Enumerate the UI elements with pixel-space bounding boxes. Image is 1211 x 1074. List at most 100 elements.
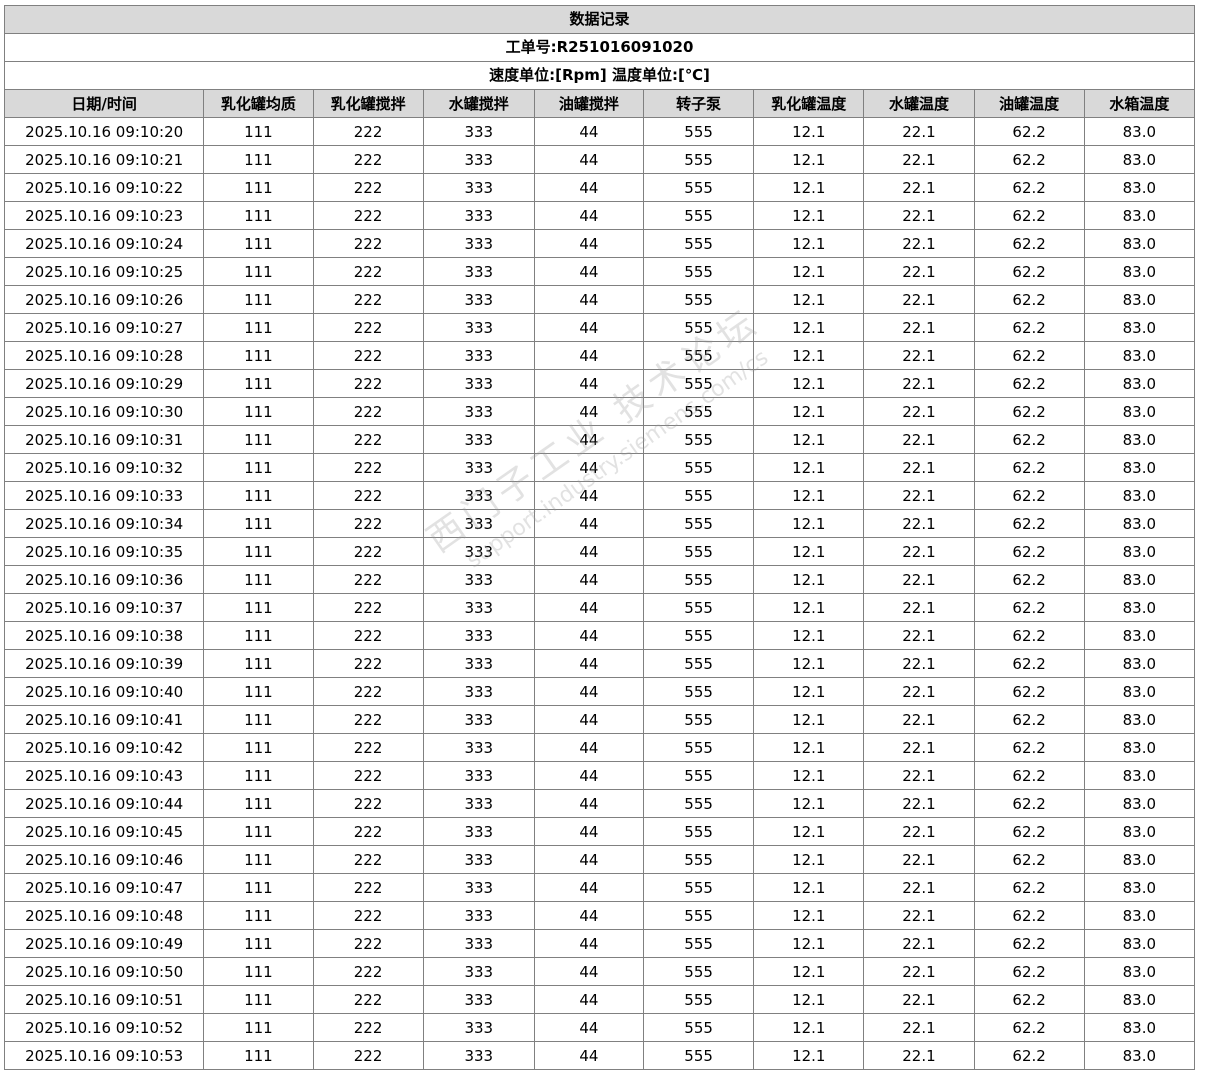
table-cell: 62.2 xyxy=(973,369,1085,398)
table-cell: 555 xyxy=(643,593,755,622)
table-row: 2025.10.16 09:10:33 111 222 333 44 555 12.1 22.… xyxy=(3,481,1196,510)
table-cell: 222 xyxy=(312,313,424,342)
table-cell: 12.1 xyxy=(753,985,865,1014)
table-cell: 2025.10.16 09:10:34 xyxy=(3,509,205,538)
table-cell: 222 xyxy=(312,201,424,230)
table-cell: 555 xyxy=(643,733,755,762)
table-cell: 333 xyxy=(422,733,535,762)
table-cell: 44 xyxy=(533,425,645,454)
table-cell: 22.1 xyxy=(863,257,975,286)
table-cell: 2025.10.16 09:10:36 xyxy=(3,565,205,594)
table-row: 2025.10.16 09:10:26 111 222 333 44 555 12.1 22.… xyxy=(3,285,1196,314)
table-row: 2025.10.16 09:10:40 111 222 333 44 555 12.1 22.… xyxy=(3,677,1196,706)
table-cell: 44 xyxy=(533,705,645,734)
table-cell: 2025.10.16 09:10:43 xyxy=(3,761,205,790)
table-cell: 222 xyxy=(312,173,424,202)
table-cell: 222 xyxy=(312,929,424,958)
table-cell: 222 xyxy=(312,369,424,398)
table-cell: 111 xyxy=(203,929,314,958)
table-row: 2025.10.16 09:10:51 111 222 333 44 555 12.1 22.… xyxy=(3,985,1196,1014)
table-cell: 555 xyxy=(643,425,755,454)
table-cell: 22.1 xyxy=(863,733,975,762)
table-cell: 12.1 xyxy=(753,453,865,482)
table-header-row: 日期/时间 乳化罐均质 乳化罐搅拌 水罐搅拌 油罐搅拌 转子泵 乳化罐温度 水罐温度 油罐温度水… xyxy=(3,89,1196,118)
table-cell: 12.1 xyxy=(753,1041,865,1070)
table-cell: 83.0 xyxy=(1083,677,1196,706)
table-cell: 44 xyxy=(533,565,645,594)
table-cell: 12.1 xyxy=(753,705,865,734)
table-cell: 83.0 xyxy=(1083,621,1196,650)
table-cell: 62.2 xyxy=(973,117,1085,146)
table-cell: 62.2 xyxy=(973,145,1085,174)
table-cell: 555 xyxy=(643,537,755,566)
table-cell: 333 xyxy=(422,985,535,1014)
table-cell: 555 xyxy=(643,565,755,594)
table-cell: 111 xyxy=(203,1041,314,1070)
table-row: 2025.10.16 09:10:35 111 222 333 44 555 12.1 22.… xyxy=(3,537,1196,566)
table-cell: 22.1 xyxy=(863,789,975,818)
column-header: 水罐温度 xyxy=(863,89,975,118)
table-cell: 22.1 xyxy=(863,313,975,342)
table-cell: 83.0 xyxy=(1083,985,1196,1014)
table-cell: 83.0 xyxy=(1083,369,1196,398)
table-cell: 555 xyxy=(643,313,755,342)
table-cell: 12.1 xyxy=(753,873,865,902)
table-cell: 62.2 xyxy=(973,677,1085,706)
table-cell: 333 xyxy=(422,845,535,874)
table-cell: 83.0 xyxy=(1083,285,1196,314)
table-cell: 2025.10.16 09:10:32 xyxy=(3,453,205,482)
table-cell: 333 xyxy=(422,285,535,314)
table-row: 2025.10.16 09:10:39 111 222 333 44 555 12.1 22.… xyxy=(3,649,1196,678)
table-cell: 111 xyxy=(203,593,314,622)
table-cell: 44 xyxy=(533,481,645,510)
table-cell: 12.1 xyxy=(753,929,865,958)
table-cell: 83.0 xyxy=(1083,649,1196,678)
table-cell: 111 xyxy=(203,173,314,202)
table-cell: 333 xyxy=(422,509,535,538)
table-cell: 12.1 xyxy=(753,201,865,230)
table-cell: 22.1 xyxy=(863,229,975,258)
table-cell: 333 xyxy=(422,705,535,734)
table-cell: 22.1 xyxy=(863,425,975,454)
work-order-number: 工单号:R251016091020 xyxy=(4,33,1195,61)
table-cell: 222 xyxy=(312,565,424,594)
table-cell: 333 xyxy=(422,145,535,174)
column-header: 水罐搅拌 xyxy=(422,89,535,118)
table-cell: 222 xyxy=(312,705,424,734)
table-cell: 62.2 xyxy=(973,285,1085,314)
table-cell: 62.2 xyxy=(973,817,1085,846)
table-cell: 333 xyxy=(422,537,535,566)
table-cell: 83.0 xyxy=(1083,425,1196,454)
table-cell: 62.2 xyxy=(973,593,1085,622)
table-cell: 2025.10.16 09:10:20 xyxy=(3,117,205,146)
table-cell: 22.1 xyxy=(863,901,975,930)
table-cell: 62.2 xyxy=(973,985,1085,1014)
table-cell: 62.2 xyxy=(973,509,1085,538)
table-cell: 22.1 xyxy=(863,593,975,622)
table-cell: 22.1 xyxy=(863,649,975,678)
table-cell: 333 xyxy=(422,425,535,454)
table-cell: 111 xyxy=(203,229,314,258)
table-cell: 555 xyxy=(643,761,755,790)
table-cell: 83.0 xyxy=(1083,145,1196,174)
table-cell: 62.2 xyxy=(973,957,1085,986)
table-cell: 222 xyxy=(312,985,424,1014)
table-cell: 22.1 xyxy=(863,117,975,146)
table-cell: 111 xyxy=(203,677,314,706)
table-cell: 333 xyxy=(422,173,535,202)
table-cell: 22.1 xyxy=(863,621,975,650)
table-row: 2025.10.16 09:10:20 111 222 333 44 555 12.1 22.… xyxy=(3,117,1196,146)
table-cell: 22.1 xyxy=(863,1041,975,1070)
table-cell: 111 xyxy=(203,285,314,314)
table-cell: 2025.10.16 09:10:25 xyxy=(3,257,205,286)
table-cell: 83.0 xyxy=(1083,229,1196,258)
table-cell: 22.1 xyxy=(863,537,975,566)
table-cell: 44 xyxy=(533,313,645,342)
table-cell: 2025.10.16 09:10:48 xyxy=(3,901,205,930)
table-cell: 2025.10.16 09:10:41 xyxy=(3,705,205,734)
table-cell: 44 xyxy=(533,621,645,650)
table-cell: 2025.10.16 09:10:44 xyxy=(3,789,205,818)
data-record-sheet: 数据记录 工单号:R251016091020 速度单位:[Rpm] 温度单位:[… xyxy=(3,5,1196,1070)
table-cell: 2025.10.16 09:10:50 xyxy=(3,957,205,986)
table-cell: 222 xyxy=(312,453,424,482)
